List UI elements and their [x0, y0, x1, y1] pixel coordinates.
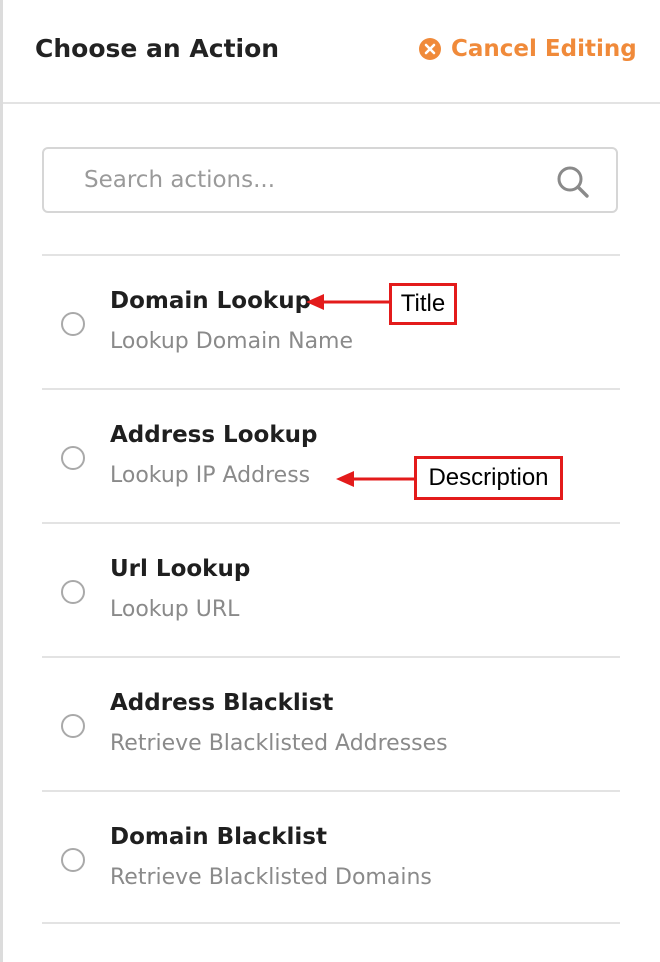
search-input[interactable] — [84, 161, 524, 199]
action-title: Url Lookup — [110, 556, 251, 582]
action-radio[interactable] — [61, 312, 85, 336]
action-radio[interactable] — [61, 580, 85, 604]
cancel-editing-label: Cancel Editing — [451, 36, 637, 62]
action-description: Lookup URL — [110, 597, 240, 622]
description-annotation-arrow — [336, 471, 418, 487]
action-description: Retrieve Blacklisted Addresses — [110, 731, 448, 756]
action-item-address-lookup[interactable]: Address Lookup Lookup IP Address — [42, 388, 620, 522]
search-icon[interactable] — [555, 164, 591, 200]
action-title: Address Blacklist — [110, 690, 334, 716]
panel-header: Choose an Action Cancel Editing — [3, 0, 660, 104]
panel-left-border — [0, 0, 3, 962]
title-annotation-arrow — [306, 294, 392, 310]
action-item-domain-blacklist[interactable]: Domain Blacklist Retrieve Blacklisted Do… — [42, 790, 620, 924]
action-list: Domain Lookup Lookup Domain Name Address… — [42, 254, 620, 924]
action-description: Lookup Domain Name — [110, 329, 354, 354]
action-radio[interactable] — [61, 446, 85, 470]
search-box[interactable] — [42, 147, 618, 213]
action-radio[interactable] — [61, 848, 85, 872]
action-title: Address Lookup — [110, 422, 318, 448]
action-description: Retrieve Blacklisted Domains — [110, 865, 432, 890]
action-item-url-lookup[interactable]: Url Lookup Lookup URL — [42, 522, 620, 656]
page-title: Choose an Action — [35, 34, 280, 63]
close-circle-icon — [419, 38, 441, 60]
action-title: Domain Lookup — [110, 288, 312, 314]
description-annotation-label: Description — [414, 456, 563, 500]
action-description: Lookup IP Address — [110, 463, 311, 488]
action-item-domain-lookup[interactable]: Domain Lookup Lookup Domain Name — [42, 254, 620, 388]
action-radio[interactable] — [61, 714, 85, 738]
action-item-address-blacklist[interactable]: Address Blacklist Retrieve Blacklisted A… — [42, 656, 620, 790]
title-annotation-label: Title — [389, 283, 457, 325]
action-title: Domain Blacklist — [110, 824, 327, 850]
cancel-editing-button[interactable]: Cancel Editing — [419, 36, 637, 62]
